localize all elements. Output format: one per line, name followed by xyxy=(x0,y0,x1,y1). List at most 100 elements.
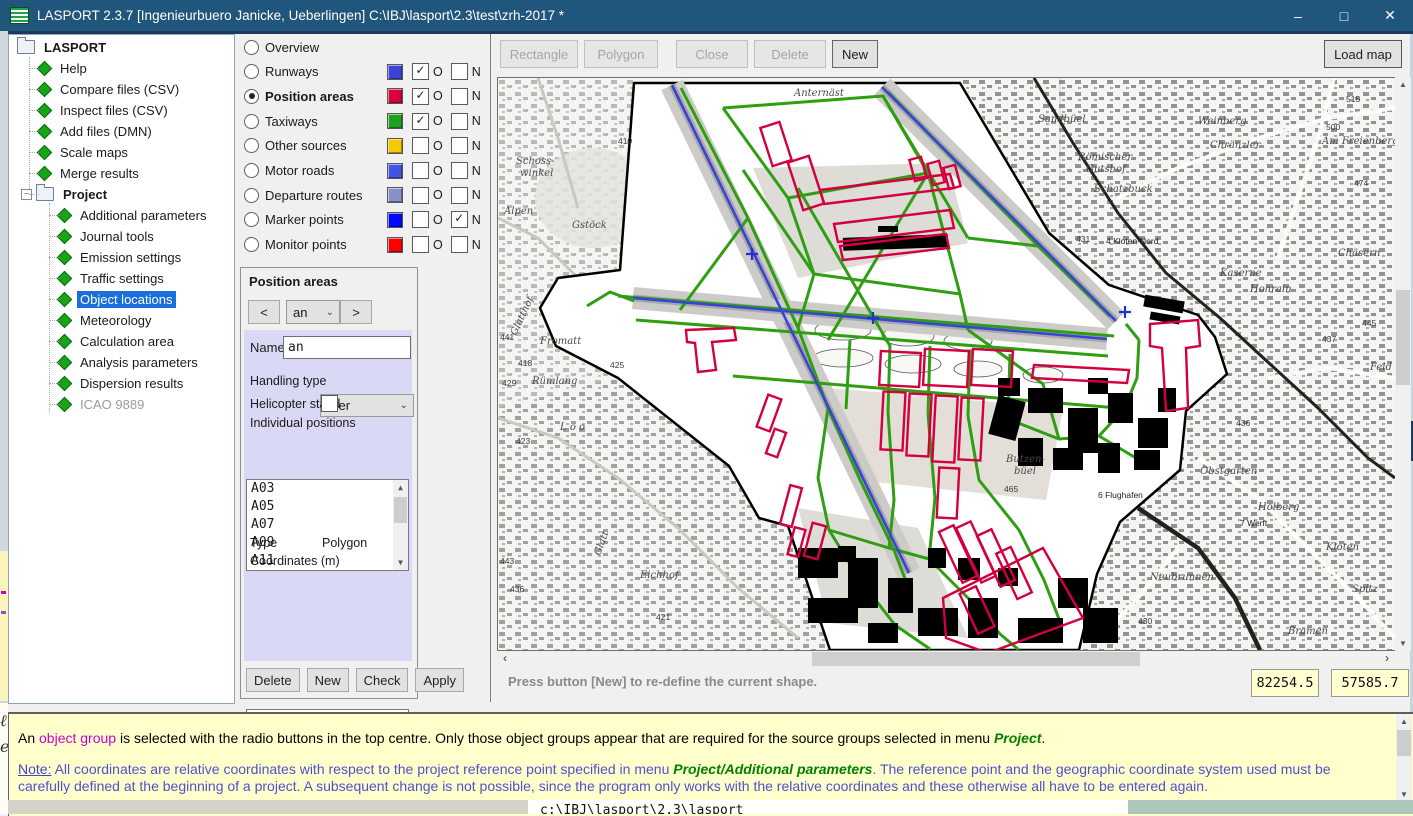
radio-button[interactable] xyxy=(244,188,259,203)
help-scrollbar[interactable]: ▲ ▼ xyxy=(1396,714,1412,802)
checkbox-n[interactable] xyxy=(451,137,468,154)
scroll-up-icon[interactable]: ▲ xyxy=(393,480,408,495)
checkbox-n[interactable] xyxy=(451,63,468,80)
checkbox-o[interactable] xyxy=(412,236,429,253)
scroll-up-icon[interactable]: ▲ xyxy=(1395,77,1411,92)
apply-button[interactable]: Apply xyxy=(415,668,464,692)
group-color-swatch[interactable] xyxy=(387,237,403,253)
map-tool-new-button[interactable]: New xyxy=(832,40,878,68)
tree-item-inspect-files-csv[interactable]: Inspect files (CSV) xyxy=(39,100,171,120)
tree-item-compare-files-csv[interactable]: Compare files (CSV) xyxy=(39,79,182,99)
group-color-swatch[interactable] xyxy=(387,113,403,129)
object-group-row-other-sources[interactable]: Other sourcesON xyxy=(244,135,490,157)
object-selector-dropdown[interactable]: an ⌄ xyxy=(286,300,340,324)
map-tool-polygon-button[interactable]: Polygon xyxy=(584,40,658,68)
scroll-right-icon[interactable]: › xyxy=(1379,651,1395,667)
tree-item-traffic-settings[interactable]: Traffic settings xyxy=(59,268,167,288)
help-text-segment: All coordinates are relative coordinates… xyxy=(51,761,673,777)
checkbox-o[interactable] xyxy=(412,137,429,154)
map-canvas[interactable]: AnternästSandbüelWeinbergChränzlerAm Fre… xyxy=(497,77,1396,651)
checkbox-o[interactable]: ✓ xyxy=(412,63,429,80)
radio-button[interactable] xyxy=(244,237,259,252)
map-tool-delete-button[interactable]: Delete xyxy=(754,40,826,68)
check-button[interactable]: Check xyxy=(356,668,409,692)
checkbox-o[interactable]: ✓ xyxy=(412,113,429,130)
tree-item-emission-settings[interactable]: Emission settings xyxy=(59,247,184,267)
radio-button[interactable] xyxy=(244,40,259,55)
group-color-swatch[interactable] xyxy=(387,212,403,228)
tree-item-meteorology[interactable]: Meteorology xyxy=(59,310,155,330)
object-group-row-overview[interactable]: Overview xyxy=(244,36,490,58)
radio-button[interactable] xyxy=(244,114,259,129)
maximize-button[interactable]: □ xyxy=(1321,0,1367,31)
tree-item-help[interactable]: Help xyxy=(39,58,90,78)
object-group-row-taxiways[interactable]: Taxiways✓ON xyxy=(244,110,490,132)
tree-item-object-locations[interactable]: Object locations xyxy=(59,289,176,309)
checkbox-n[interactable] xyxy=(451,187,468,204)
delete-button[interactable]: Delete xyxy=(246,668,300,692)
checkbox-o[interactable] xyxy=(412,187,429,204)
object-group-row-position-areas[interactable]: Position areas✓ON xyxy=(244,85,490,107)
diamond-icon xyxy=(57,207,73,223)
object-group-row-marker-points[interactable]: Marker pointsO✓N xyxy=(244,209,490,231)
name-input[interactable]: an xyxy=(283,336,411,359)
tree-item-journal-tools[interactable]: Journal tools xyxy=(59,226,157,246)
scroll-up-icon[interactable]: ▲ xyxy=(1396,714,1412,729)
close-button[interactable]: ✕ xyxy=(1367,0,1413,31)
object-group-row-runways[interactable]: Runways✓ON xyxy=(244,61,490,83)
checkbox-o[interactable] xyxy=(412,162,429,179)
group-color-swatch[interactable] xyxy=(387,64,403,80)
map-tool-rectangle-button[interactable]: Rectangle xyxy=(500,40,578,68)
tree-item-additional-parameters[interactable]: Additional parameters xyxy=(59,205,209,225)
group-color-swatch[interactable] xyxy=(387,163,403,179)
scroll-down-icon[interactable]: ▼ xyxy=(1395,636,1411,651)
tree-item-calculation-area[interactable]: Calculation area xyxy=(59,331,177,351)
tree-item-add-files-dmn[interactable]: Add files (DMN) xyxy=(39,121,155,141)
radio-button[interactable] xyxy=(244,212,259,227)
checkbox-n[interactable] xyxy=(451,162,468,179)
tree-item-dispersion-results[interactable]: Dispersion results xyxy=(59,373,186,393)
help-text-segment: object group xyxy=(39,730,116,746)
tree-item-label: Traffic settings xyxy=(77,270,167,287)
map-label: 500 xyxy=(1326,122,1340,132)
position-list-item[interactable]: A05 xyxy=(247,498,408,516)
object-group-row-departure-routes[interactable]: Departure routesON xyxy=(244,184,490,206)
minimize-button[interactable]: – xyxy=(1275,0,1321,31)
checkbox-o[interactable] xyxy=(412,211,429,228)
group-color-swatch[interactable] xyxy=(387,138,403,154)
prev-object-button[interactable]: < xyxy=(248,300,280,324)
position-list-item[interactable]: A03 xyxy=(247,480,408,498)
radio-button[interactable] xyxy=(244,89,259,104)
radio-button[interactable] xyxy=(244,138,259,153)
scroll-down-icon[interactable]: ▼ xyxy=(393,555,408,570)
next-object-button[interactable]: > xyxy=(340,300,372,324)
radio-button[interactable] xyxy=(244,64,259,79)
checkbox-o[interactable]: ✓ xyxy=(412,88,429,105)
positions-scrollbar[interactable]: ▲ ▼ xyxy=(393,480,408,570)
scroll-left-icon[interactable]: ‹ xyxy=(497,651,513,667)
map-label: 6 Flughafen xyxy=(1098,490,1143,500)
checkbox-n[interactable]: ✓ xyxy=(451,211,468,228)
checkbox-n-label: N xyxy=(472,164,481,178)
map-horizontal-scrollbar[interactable]: ‹ › xyxy=(497,651,1395,667)
tree-item-analysis-parameters[interactable]: Analysis parameters xyxy=(59,352,201,372)
object-group-row-motor-roads[interactable]: Motor roadsON xyxy=(244,160,490,182)
help-text-segment: Project xyxy=(994,730,1041,746)
radio-button[interactable] xyxy=(244,163,259,178)
tree-item-lasport[interactable]: LASPORT xyxy=(17,37,109,57)
new-button[interactable]: New xyxy=(307,668,349,692)
group-color-swatch[interactable] xyxy=(387,88,403,104)
checkbox-n[interactable] xyxy=(451,113,468,130)
tree-item-icao-9889[interactable]: ICAO 9889 xyxy=(59,394,147,414)
object-group-row-monitor-points[interactable]: Monitor pointsON xyxy=(244,234,490,256)
tree-item-scale-maps[interactable]: Scale maps xyxy=(39,142,131,162)
checkbox-n[interactable] xyxy=(451,88,468,105)
group-color-swatch[interactable] xyxy=(387,187,403,203)
helicopter-stand-checkbox[interactable] xyxy=(321,395,338,412)
map-vertical-scrollbar[interactable]: ▲ ▼ xyxy=(1395,77,1411,651)
tree-item-merge-results[interactable]: Merge results xyxy=(39,163,142,183)
map-tool-close-button[interactable]: Close xyxy=(676,40,748,68)
checkbox-n[interactable] xyxy=(451,236,468,253)
position-list-item[interactable]: A07 xyxy=(247,516,408,534)
load-map-button[interactable]: Load map xyxy=(1324,40,1402,68)
